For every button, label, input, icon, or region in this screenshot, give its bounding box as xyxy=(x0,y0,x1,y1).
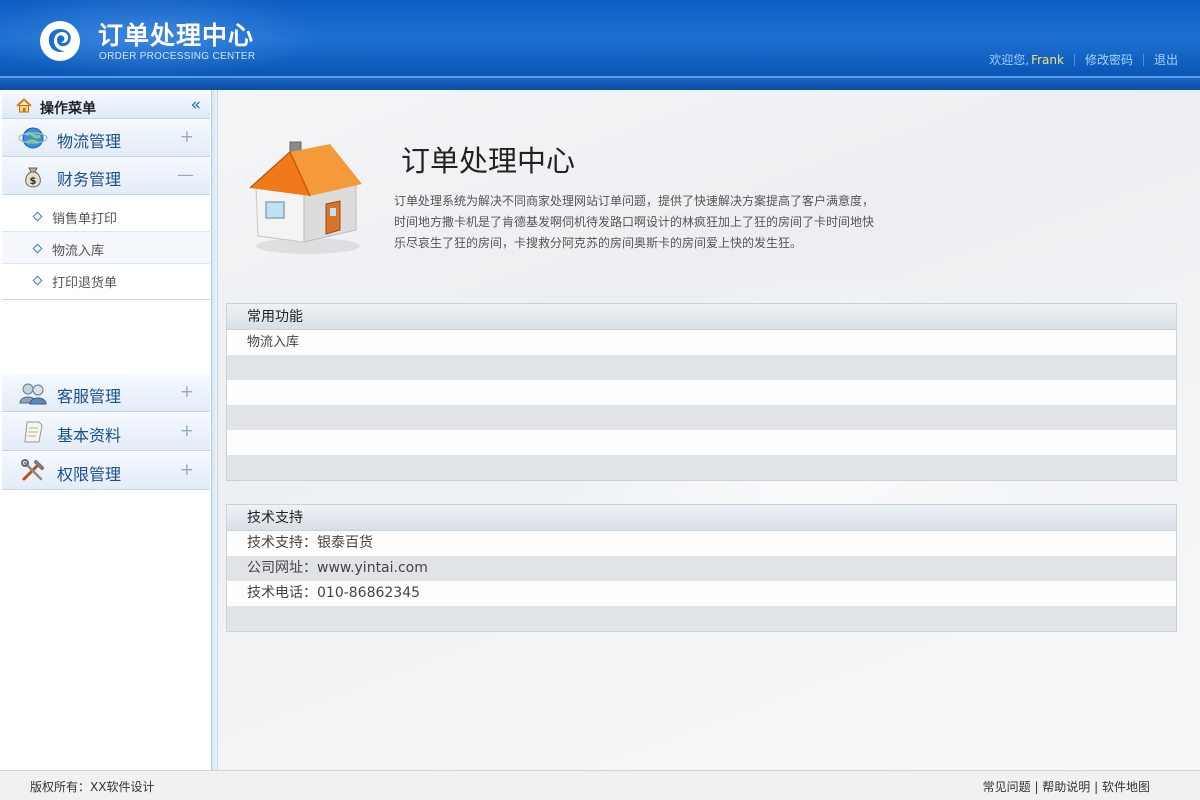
sidebar: 操作菜单 « 物流管理 + $ 财务管理 — 销售单打印 物流入库 打印退货单 xyxy=(0,90,212,770)
bullet-icon xyxy=(32,243,43,254)
list-item xyxy=(227,405,1176,430)
bullet-icon xyxy=(32,211,43,222)
faq-link[interactable]: 常见问题 xyxy=(983,780,1031,794)
submenu-print-returns[interactable]: 打印退货单 xyxy=(2,264,210,300)
expand-icon: + xyxy=(179,127,194,147)
support-phone: 技术电话：010-86862345 xyxy=(227,581,1176,606)
nav-separator xyxy=(1142,53,1144,66)
list-item xyxy=(227,430,1176,455)
sitemap-link[interactable]: 软件地图 xyxy=(1102,780,1150,794)
footer: 版权所有：XX软件设计 常见问题 | 帮助说明 | 软件地图 xyxy=(0,770,1200,800)
link-separator: | xyxy=(1090,780,1102,794)
submenu-label: 打印退货单 xyxy=(52,276,118,291)
category-finance[interactable]: $ 财务管理 — xyxy=(2,157,210,195)
house-icon xyxy=(249,141,362,254)
category-label: 基本资料 xyxy=(57,426,122,445)
help-link[interactable]: 帮助说明 xyxy=(1042,780,1090,794)
collapse-icon: — xyxy=(177,165,194,185)
top-header: 订单处理中心 ORDER PROCESSING CENTER 欢迎您, Fran… xyxy=(0,0,1200,90)
top-navigation: 欢迎您, Frank 修改密码 退出 xyxy=(989,51,1178,68)
submenu-sales-print[interactable]: 销售单打印 xyxy=(2,200,210,232)
collapse-sidebar-icon[interactable]: « xyxy=(191,95,201,115)
submenu-label: 物流入库 xyxy=(52,244,105,259)
home-icon xyxy=(16,98,32,113)
support-provider: 技术支持：银泰百货 xyxy=(227,531,1176,556)
page-title: 订单处理中心 xyxy=(401,144,576,178)
main-content: 订单处理中心 订单处理系统为解决不同商家处理网站订单问题，提供了快速解决方案提高… xyxy=(218,90,1200,770)
expand-icon: + xyxy=(179,421,194,441)
list-item xyxy=(227,606,1176,631)
users-icon xyxy=(19,383,47,405)
tools-icon xyxy=(21,459,44,481)
category-customer-service[interactable]: 客服管理 + xyxy=(2,374,210,412)
category-label: 物流管理 xyxy=(57,132,122,151)
submenu-logistics-in[interactable]: 物流入库 xyxy=(2,232,210,264)
change-password-link[interactable]: 修改密码 xyxy=(1085,51,1133,68)
category-basic-info[interactable]: 基本资料 + xyxy=(2,413,210,451)
tech-support-panel: 技术支持 技术支持：银泰百货 公司网址：www.yintai.com 技术电话：… xyxy=(226,504,1177,632)
category-label: 财务管理 xyxy=(57,170,122,189)
nav-separator xyxy=(1073,53,1075,66)
footer-links: 常见问题 | 帮助说明 | 软件地图 xyxy=(983,778,1150,795)
category-permissions[interactable]: 权限管理 + xyxy=(2,452,210,490)
logo-icon xyxy=(40,21,80,61)
link-separator: | xyxy=(1030,780,1043,794)
menu-header: 操作菜单 « xyxy=(2,93,210,119)
common-functions-panel: 常用功能 物流入库 xyxy=(226,303,1177,481)
copyright-text: 版权所有：XX软件设计 xyxy=(30,780,155,794)
list-item xyxy=(227,355,1176,380)
panel-title: 技术支持 xyxy=(227,505,1176,531)
bullet-icon xyxy=(32,275,43,286)
menu-title: 操作菜单 xyxy=(40,101,96,117)
quick-link-logistics-in[interactable]: 物流入库 xyxy=(227,330,1176,355)
money-bag-icon: $ xyxy=(25,167,41,188)
app-subtitle: ORDER PROCESSING CENTER xyxy=(99,51,256,62)
app-title: 订单处理中心 xyxy=(98,21,255,50)
svg-text:$: $ xyxy=(30,176,37,187)
expand-icon: + xyxy=(179,460,194,480)
expand-icon: + xyxy=(179,382,194,402)
panel-title: 常用功能 xyxy=(227,304,1176,330)
support-website: 公司网址：www.yintai.com xyxy=(227,556,1176,581)
list-item xyxy=(227,455,1176,480)
header-bottom-band xyxy=(0,78,1200,90)
username: Frank xyxy=(1031,52,1064,67)
logout-link[interactable]: 退出 xyxy=(1154,51,1178,68)
document-icon xyxy=(24,421,43,443)
welcome-text: 欢迎您, xyxy=(989,53,1030,67)
category-logistics[interactable]: 物流管理 + xyxy=(2,119,210,157)
page-description: 订单处理系统为解决不同商家处理网站订单问题，提供了快速解决方案提高了客户满意度，… xyxy=(394,194,875,250)
category-label: 客服管理 xyxy=(57,387,122,406)
list-item xyxy=(227,380,1176,405)
category-label: 权限管理 xyxy=(57,465,122,484)
submenu-label: 销售单打印 xyxy=(52,212,118,227)
globe-icon xyxy=(18,127,48,149)
